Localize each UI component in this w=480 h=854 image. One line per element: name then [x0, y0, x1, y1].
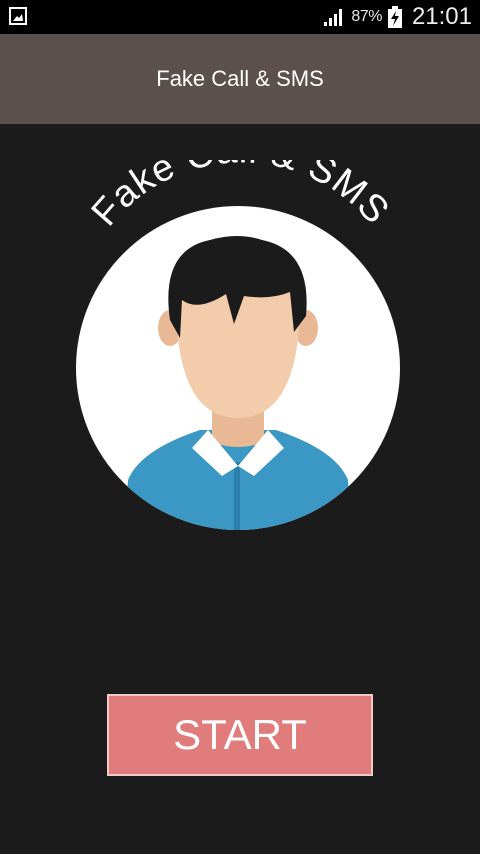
status-right-group: 87% 21:01 — [323, 0, 472, 34]
app-logo: Fake Call & SMS — [76, 160, 400, 530]
status-clock: 21:01 — [411, 3, 472, 30]
status-bar: 87% 21:01 — [0, 0, 480, 34]
start-button[interactable]: START — [107, 694, 373, 776]
app-bar: Fake Call & SMS — [0, 34, 480, 124]
image-notification-icon — [9, 7, 27, 25]
app-title: Fake Call & SMS — [156, 66, 324, 91]
battery-percent: 87% — [351, 8, 382, 25]
battery-charging-icon — [387, 6, 402, 28]
signal-icon — [324, 9, 343, 26]
